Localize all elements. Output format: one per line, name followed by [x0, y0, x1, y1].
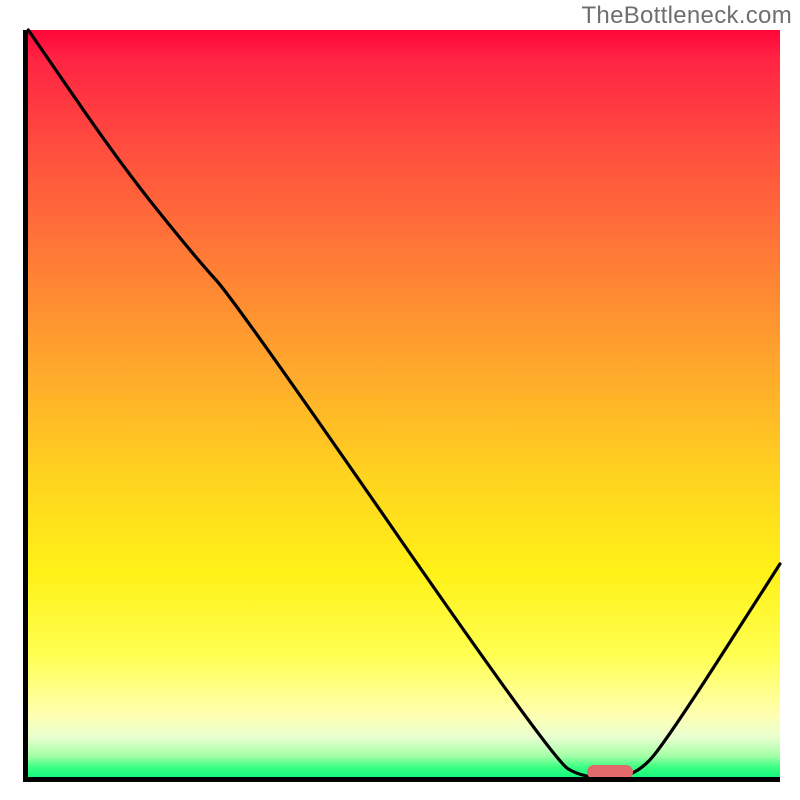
optimal-marker — [587, 765, 633, 779]
chart-container: TheBottleneck.com — [0, 0, 800, 800]
plot-area — [23, 30, 780, 782]
bottleneck-curve — [23, 30, 780, 782]
watermark-text: TheBottleneck.com — [581, 2, 792, 30]
